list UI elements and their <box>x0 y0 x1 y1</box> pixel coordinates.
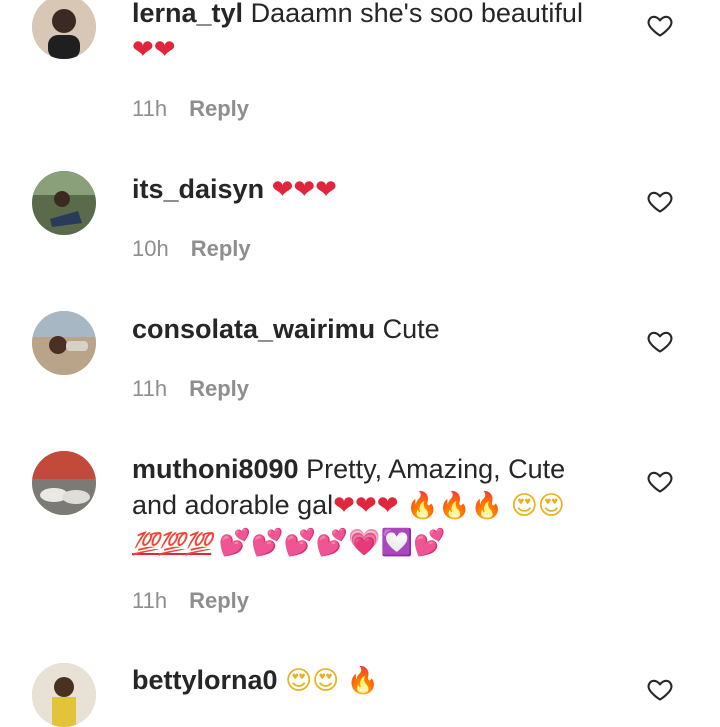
comment-username[interactable]: lerna_tyl <box>132 0 243 28</box>
avatar[interactable] <box>32 311 96 375</box>
comment-username[interactable]: bettylorna0 <box>132 665 278 695</box>
comment-username[interactable]: its_daisyn <box>132 174 264 204</box>
avatar[interactable] <box>32 0 96 59</box>
comment-username[interactable]: consolata_wairimu <box>132 314 375 344</box>
comment-body: lerna_tyl Daaamn she's soo beautiful ❤❤ <box>132 0 602 68</box>
comment-meta: 11h Reply <box>132 588 249 614</box>
comment-text: Cute <box>382 314 440 344</box>
comment-time: 11h <box>132 96 168 121</box>
heart-eyes-emoji: 😍😍 <box>510 491 565 521</box>
heart-outline-icon[interactable] <box>646 187 674 215</box>
comment-meta: 11h Reply <box>132 376 249 402</box>
heart-emoji: ❤❤❤ <box>333 491 399 521</box>
comment-time: 11h <box>132 588 168 613</box>
comment-username[interactable]: muthoni8090 <box>132 454 299 484</box>
fire-emoji: 🔥 <box>346 666 380 696</box>
comment-body: bettylorna0 😍😍 🔥 <box>132 662 602 699</box>
avatar[interactable] <box>32 171 96 235</box>
hundred-emoji: 💯💯💯 <box>132 531 212 556</box>
heart-outline-icon[interactable] <box>646 467 674 495</box>
reply-button[interactable]: Reply <box>189 376 249 401</box>
heart-emoji: ❤❤❤ <box>271 175 337 205</box>
comment-body: consolata_wairimu Cute <box>132 311 602 347</box>
reply-button[interactable]: Reply <box>189 96 249 121</box>
comment-body: its_daisyn ❤❤❤ <box>132 171 602 208</box>
heart-outline-icon[interactable] <box>646 327 674 355</box>
comment-time: 11h <box>132 376 168 401</box>
comment-meta: 11h Reply <box>132 96 249 122</box>
comment-body: muthoni8090 Pretty, Amazing, Cute and ad… <box>132 451 602 562</box>
heart-emoji: ❤❤ <box>132 35 176 65</box>
comment-time: 10h <box>132 236 169 261</box>
heart-outline-icon[interactable] <box>646 675 674 703</box>
reply-button[interactable]: Reply <box>189 588 249 613</box>
pink-hearts-emoji: 💕💕💕💕💗💟💕 <box>218 528 446 558</box>
heart-eyes-emoji: 😍😍 <box>285 666 340 696</box>
avatar[interactable] <box>32 451 96 515</box>
comment-text: Daaamn she's soo beautiful <box>250 0 583 28</box>
heart-outline-icon[interactable] <box>646 11 674 39</box>
comment-meta: 10h Reply <box>132 236 251 262</box>
avatar[interactable] <box>32 663 96 727</box>
fire-emoji: 🔥🔥🔥 <box>406 491 504 521</box>
reply-button[interactable]: Reply <box>191 236 251 261</box>
